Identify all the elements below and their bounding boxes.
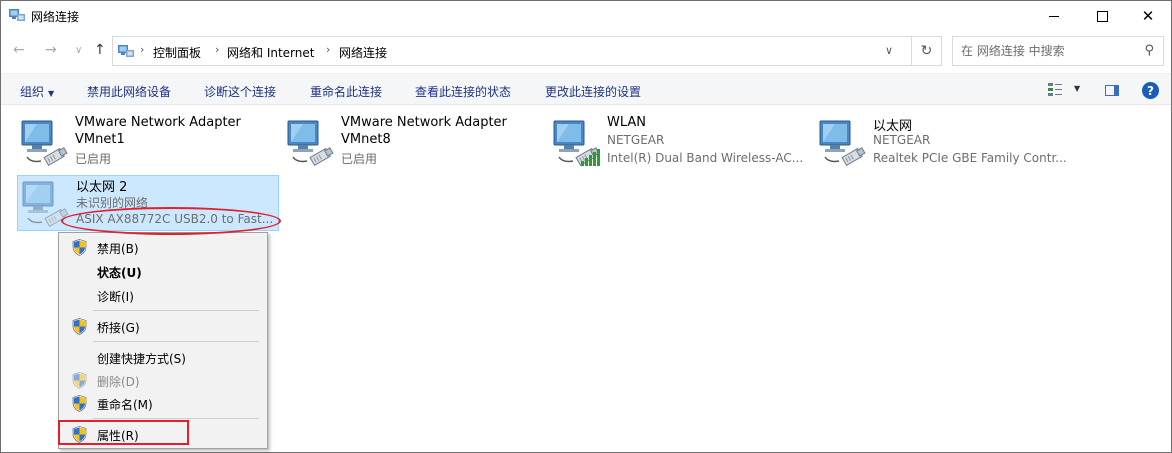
menu-item-label: 禁用(B) <box>97 242 139 256</box>
title-bar: 网络连接 ✕ <box>1 1 1171 31</box>
context-menu: 禁用(B) 状态(U) 诊断(I) 桥接(G) 创建快捷方式(S) 删除(D) … <box>58 232 268 449</box>
menu-item-label: 桥接(G) <box>97 321 140 335</box>
command-bar: 组织 ▼ 禁用此网络设备 诊断这个连接 重命名此连接 查看此连接的状态 更改此连接… <box>1 73 1171 105</box>
search-input[interactable] <box>961 44 1131 58</box>
breadcrumb-network-connections[interactable]: 网络连接 <box>339 44 387 61</box>
recent-locations-chevron-icon[interactable]: ∨ <box>75 45 82 56</box>
rename-button[interactable]: 重命名此连接 <box>310 83 382 100</box>
back-arrow-icon[interactable]: ← <box>13 42 25 58</box>
connection-device: Intel(R) Dual Band Wireless-AC... <box>607 151 804 165</box>
connection-name: 以太网 2 <box>76 180 128 195</box>
close-button[interactable]: ✕ <box>1125 1 1171 31</box>
network-adapter-icon <box>19 117 71 169</box>
menu-separator <box>93 341 259 342</box>
network-adapter-icon <box>817 117 869 169</box>
menu-item-label: 重命名(M) <box>97 398 153 412</box>
network-connections-window: 网络连接 ✕ ← → ∨ ↑ › 控制面板 › 网络和 Internet › 网… <box>0 0 1172 453</box>
breadcrumb-chevron-icon[interactable]: › <box>326 43 330 56</box>
connection-status: NETGEAR <box>873 133 931 147</box>
view-caret-down-icon[interactable]: ▼ <box>1074 84 1080 93</box>
connection-name: 以太网 <box>873 119 913 134</box>
uac-shield-icon <box>72 318 87 335</box>
view-options-icon[interactable] <box>1048 82 1062 96</box>
connection-name-line2: VMnet1 <box>75 132 125 147</box>
address-row: ← → ∨ ↑ › 控制面板 › 网络和 Internet › 网络连接 ∨ ↻… <box>1 36 1171 66</box>
menu-item-bridge[interactable]: 桥接(G) <box>61 315 265 337</box>
organize-label: 组织 <box>20 85 45 99</box>
connection-status: NETGEAR <box>607 133 665 147</box>
close-icon: ✕ <box>1141 7 1155 25</box>
network-folder-icon <box>9 9 25 21</box>
preview-pane-icon[interactable] <box>1105 85 1119 96</box>
menu-item-status[interactable]: 状态(U) <box>61 260 265 282</box>
address-dropdown-chevron-icon[interactable]: ∨ <box>885 44 893 57</box>
network-adapter-icon <box>285 117 337 169</box>
view-status-button[interactable]: 查看此连接的状态 <box>415 83 511 100</box>
connection-name: VMware Network Adapter <box>75 115 241 130</box>
menu-item-delete: 删除(D) <box>61 369 265 391</box>
connection-name-line2: VMnet8 <box>341 132 391 147</box>
change-settings-button[interactable]: 更改此连接的设置 <box>545 83 641 100</box>
refresh-button[interactable]: ↻ <box>912 36 942 66</box>
search-box[interactable]: ⚲ <box>952 36 1164 66</box>
help-icon[interactable]: ? <box>1142 82 1159 99</box>
connection-item-vmnet8[interactable]: VMware Network Adapter VMnet8 已启用 <box>283 115 545 171</box>
breadcrumb-chevron-icon[interactable]: › <box>140 43 144 56</box>
menu-item-rename[interactable]: 重命名(M) <box>61 392 265 414</box>
maximize-button[interactable] <box>1079 1 1125 31</box>
connection-device: Realtek PCIe GBE Family Contr... <box>873 151 1067 165</box>
refresh-icon: ↻ <box>920 43 933 59</box>
disable-device-button[interactable]: 禁用此网络设备 <box>87 83 171 100</box>
minimize-button[interactable] <box>1031 1 1077 31</box>
address-bar[interactable]: › 控制面板 › 网络和 Internet › 网络连接 <box>112 36 912 66</box>
wireless-adapter-icon <box>551 117 603 169</box>
breadcrumb-chevron-icon[interactable]: › <box>215 43 219 56</box>
menu-separator <box>93 418 259 419</box>
menu-item-diagnose[interactable]: 诊断(I) <box>61 284 265 306</box>
connection-item-ethernet[interactable]: 以太网 NETGEAR Realtek PCIe GBE Family Cont… <box>815 115 1077 171</box>
organize-menu[interactable]: 组织 ▼ <box>20 83 54 100</box>
connection-item-vmnet1[interactable]: VMware Network Adapter VMnet1 已启用 <box>17 115 279 171</box>
connection-name: WLAN <box>607 115 647 130</box>
menu-item-label: 删除(D) <box>97 375 140 389</box>
annotation-rectangle <box>58 420 189 445</box>
breadcrumb-network-internet[interactable]: 网络和 Internet <box>227 44 314 61</box>
diagnose-button[interactable]: 诊断这个连接 <box>204 83 276 100</box>
connection-name: VMware Network Adapter <box>341 115 507 130</box>
menu-separator <box>93 310 259 311</box>
menu-item-label: 创建快捷方式(S) <box>97 352 186 366</box>
menu-item-disable[interactable]: 禁用(B) <box>61 236 265 258</box>
uac-shield-icon <box>72 372 87 389</box>
up-arrow-icon[interactable]: ↑ <box>94 42 106 58</box>
uac-shield-icon <box>72 395 87 412</box>
forward-arrow-icon[interactable]: → <box>45 42 57 58</box>
menu-item-label: 诊断(I) <box>97 290 134 304</box>
network-folder-icon <box>118 45 134 57</box>
caret-down-icon: ▼ <box>48 89 55 98</box>
connection-item-wlan[interactable]: WLAN NETGEAR Intel(R) Dual Band Wireless… <box>549 115 811 171</box>
breadcrumb-control-panel[interactable]: 控制面板 <box>153 44 201 61</box>
menu-item-create-shortcut[interactable]: 创建快捷方式(S) <box>61 346 265 368</box>
menu-item-label: 状态(U) <box>97 266 142 280</box>
uac-shield-icon <box>72 239 87 256</box>
connection-status: 已启用 <box>75 152 112 166</box>
connection-status: 已启用 <box>341 152 378 166</box>
window-title: 网络连接 <box>31 10 80 24</box>
search-icon[interactable]: ⚲ <box>1144 43 1154 58</box>
annotation-ellipse <box>61 207 281 235</box>
